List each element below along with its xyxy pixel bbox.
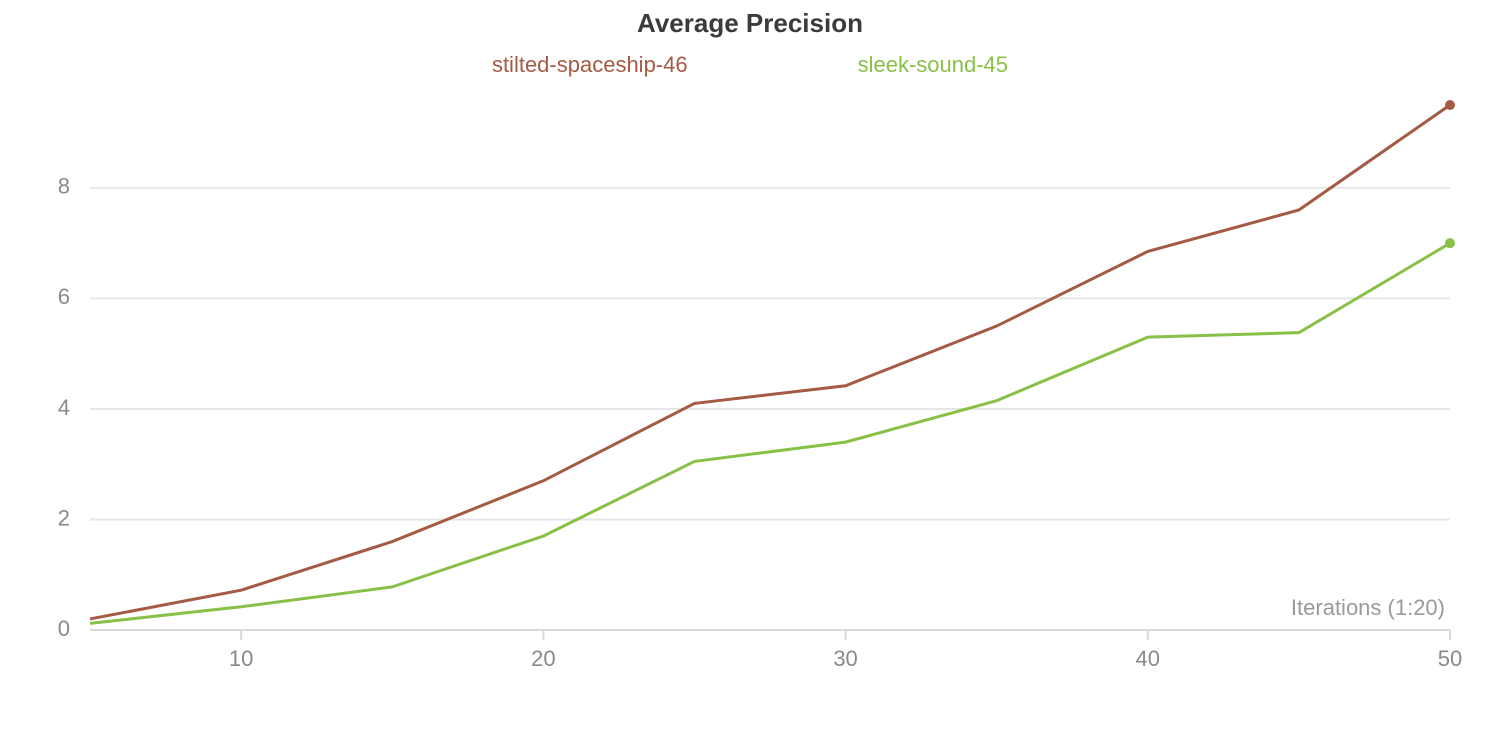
x-tick-label: 20 — [531, 646, 555, 671]
chart-plot-area: 102030405002468Iterations (1:20) — [70, 100, 1470, 660]
x-tick-label: 10 — [229, 646, 253, 671]
legend-item-1[interactable]: sleek-sound-45 — [858, 52, 1008, 78]
chart-svg: 102030405002468Iterations (1:20) — [70, 100, 1470, 660]
x-tick-label: 40 — [1136, 646, 1160, 671]
series-end-marker-0 — [1445, 100, 1455, 110]
y-tick-label: 2 — [58, 505, 70, 530]
chart-container: Average Precision stilted-spaceship-46 s… — [0, 0, 1500, 750]
x-tick-label: 30 — [833, 646, 857, 671]
chart-title: Average Precision — [0, 8, 1500, 39]
x-axis-label: Iterations (1:20) — [1291, 595, 1445, 620]
y-tick-label: 6 — [58, 284, 70, 309]
series-line-0 — [90, 105, 1450, 619]
chart-legend: stilted-spaceship-46 sleek-sound-45 — [0, 52, 1500, 78]
series-line-1 — [90, 243, 1450, 623]
series-end-marker-1 — [1445, 238, 1455, 248]
legend-item-0[interactable]: stilted-spaceship-46 — [492, 52, 688, 78]
y-tick-label: 0 — [58, 616, 70, 641]
y-tick-label: 4 — [58, 395, 70, 420]
x-tick-label: 50 — [1438, 646, 1462, 671]
y-tick-label: 8 — [58, 174, 70, 199]
